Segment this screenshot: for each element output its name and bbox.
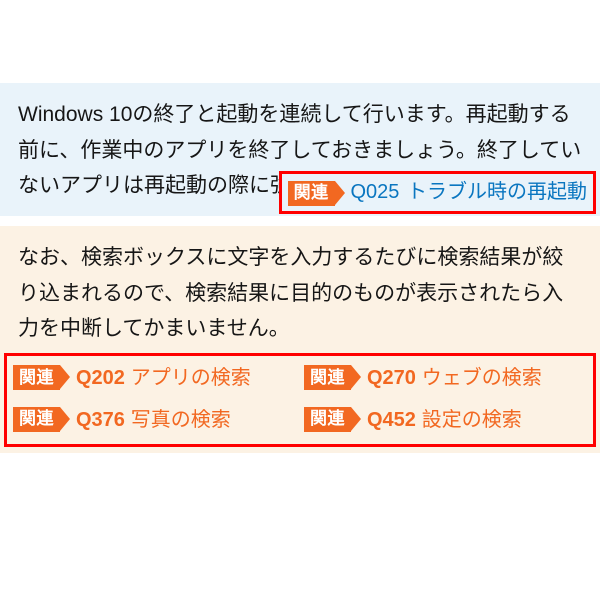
related-box-blue: 関連 Q025 トラブル時の再起動	[279, 171, 596, 214]
related-tag: 関連	[304, 407, 351, 432]
related-grid: 関連 Q202 アプリの検索 関連 Q270 ウェブの検索 関連 Q376 写真…	[4, 353, 596, 446]
related-link-q270[interactable]: Q270 ウェブの検索	[367, 360, 542, 396]
related-title: ウェブの検索	[422, 367, 542, 389]
cream-paragraph: なお、検索ボックスに文字を入力するたびに検索結果が絞り込まれるので、検索結果に目…	[18, 240, 582, 347]
related-tag: 関連	[13, 365, 60, 390]
related-code: Q025	[351, 181, 400, 203]
related-item: 関連 Q270 ウェブの検索	[304, 360, 587, 396]
section-cream: なお、検索ボックスに文字を入力するたびに検索結果が絞り込まれるので、検索結果に目…	[0, 226, 600, 452]
related-item: 関連 Q376 写真の検索	[13, 402, 296, 438]
related-code: Q376	[76, 409, 125, 431]
related-title: 写真の検索	[131, 409, 231, 431]
related-link-q452[interactable]: Q452 設定の検索	[367, 402, 522, 438]
related-code: Q270	[367, 367, 416, 389]
section-blue: Windows 10の終了と起動を連続して行います。再起動する前に、作業中のアプ…	[0, 83, 600, 216]
related-title: トラブル時の再起動	[407, 181, 587, 203]
related-code: Q202	[76, 367, 125, 389]
related-link-q202[interactable]: Q202 アプリの検索	[76, 360, 251, 396]
related-tag: 関連	[304, 365, 351, 390]
related-code: Q452	[367, 409, 416, 431]
related-tag: 関連	[288, 181, 335, 206]
related-title: 設定の検索	[422, 409, 522, 431]
related-link-q376[interactable]: Q376 写真の検索	[76, 402, 231, 438]
related-item: 関連 Q452 設定の検索	[304, 402, 587, 438]
related-item: 関連 Q202 アプリの検索	[13, 360, 296, 396]
related-title: アプリの検索	[131, 367, 251, 389]
related-link-q025[interactable]: Q025 トラブル時の再起動	[351, 181, 588, 203]
related-tag: 関連	[13, 407, 60, 432]
